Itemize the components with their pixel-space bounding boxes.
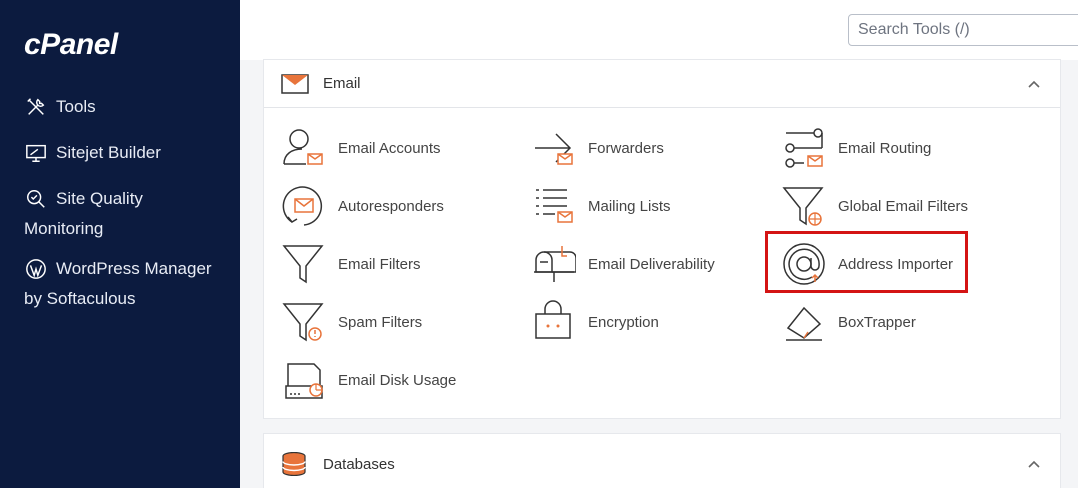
- tool-email-routing[interactable]: Email Routing: [782, 126, 931, 170]
- tool-label: Email Routing: [838, 139, 932, 157]
- email-routing-icon: [785, 128, 823, 168]
- email-filters-icon: [282, 245, 324, 284]
- tool-label: Address Importer: [838, 255, 954, 273]
- tool-email-disk-usage[interactable]: Email Disk Usage: [282, 358, 456, 402]
- sidebar-item-label-line2: Monitoring: [24, 219, 104, 238]
- tools-icon: [24, 95, 48, 119]
- cpanel-logo[interactable]: cPanel: [24, 28, 118, 62]
- email-section-header[interactable]: Email: [264, 60, 1060, 108]
- encryption-icon: [535, 300, 571, 339]
- search-input[interactable]: [848, 14, 1078, 46]
- email-disk-usage-icon: [285, 363, 323, 399]
- mailing-lists-icon: [536, 189, 573, 223]
- tool-boxtrapper[interactable]: BoxTrapper: [782, 300, 916, 344]
- forwarders-icon: [535, 133, 573, 165]
- sidebar-item-label: Site Quality: [56, 189, 143, 208]
- sidebar-item-wordpress[interactable]: WordPress Manager by Softaculous: [24, 254, 212, 314]
- monitor-icon: [24, 141, 48, 165]
- tool-forwarders[interactable]: Forwarders: [532, 126, 664, 170]
- tool-encryption[interactable]: Encryption: [532, 300, 659, 344]
- databases-section-header[interactable]: Databases: [264, 434, 1060, 488]
- tool-label: Spam Filters: [338, 313, 423, 331]
- address-importer-icon: [783, 243, 825, 285]
- tool-email-deliverability[interactable]: Email Deliverability: [532, 242, 715, 286]
- sidebar-item-label: WordPress Manager: [56, 259, 212, 278]
- tool-label: Encryption: [588, 313, 659, 331]
- tool-global-email-filters[interactable]: Global Email Filters: [782, 184, 968, 228]
- section-title: Databases: [323, 455, 395, 473]
- tool-address-importer[interactable]: Address Importer: [782, 242, 953, 286]
- sidebar: cPanel Tools Sitejet Builder Site Qualit…: [0, 0, 240, 488]
- magnifier-check-icon: [24, 187, 48, 211]
- tool-label: BoxTrapper: [838, 313, 916, 331]
- sidebar-item-tools[interactable]: Tools: [24, 92, 96, 122]
- tool-mailing-lists[interactable]: Mailing Lists: [532, 184, 671, 228]
- email-accounts-icon: [283, 129, 323, 165]
- tool-email-filters[interactable]: Email Filters: [282, 242, 421, 286]
- sidebar-item-label: Tools: [56, 97, 96, 116]
- chevron-up-icon[interactable]: [1026, 76, 1042, 92]
- tool-label: Email Deliverability: [588, 255, 715, 273]
- databases-section: Databases: [264, 434, 1060, 488]
- tool-spam-filters[interactable]: Spam Filters: [282, 300, 422, 344]
- global-email-filters-icon: [782, 187, 824, 226]
- tool-label: Global Email Filters: [838, 197, 969, 215]
- section-title: Email: [323, 75, 361, 92]
- chevron-up-icon[interactable]: [1026, 456, 1042, 472]
- autoresponders-icon: [282, 186, 323, 226]
- boxtrapper-icon: [786, 306, 822, 341]
- tool-label: Email Disk Usage: [338, 371, 457, 389]
- sidebar-item-site-quality[interactable]: Site Quality Monitoring: [24, 184, 143, 244]
- sidebar-item-sitejet[interactable]: Sitejet Builder: [24, 138, 161, 168]
- tool-label: Email Accounts: [338, 139, 441, 157]
- wordpress-icon: [24, 257, 48, 281]
- tool-label: Email Filters: [338, 255, 421, 273]
- sidebar-item-label: Sitejet Builder: [56, 143, 161, 162]
- tool-autoresponders[interactable]: Autoresponders: [282, 184, 444, 228]
- email-deliverability-icon: [534, 246, 576, 282]
- database-icon: [281, 452, 309, 476]
- tool-label: Mailing Lists: [588, 197, 671, 215]
- tool-email-accounts[interactable]: Email Accounts: [282, 126, 441, 170]
- sidebar-item-label-line2: by Softaculous: [24, 289, 136, 308]
- spam-filters-icon: [282, 303, 324, 342]
- tool-label: Forwarders: [588, 139, 664, 157]
- tool-label: Autoresponders: [338, 197, 444, 215]
- envelope-icon: [281, 73, 309, 95]
